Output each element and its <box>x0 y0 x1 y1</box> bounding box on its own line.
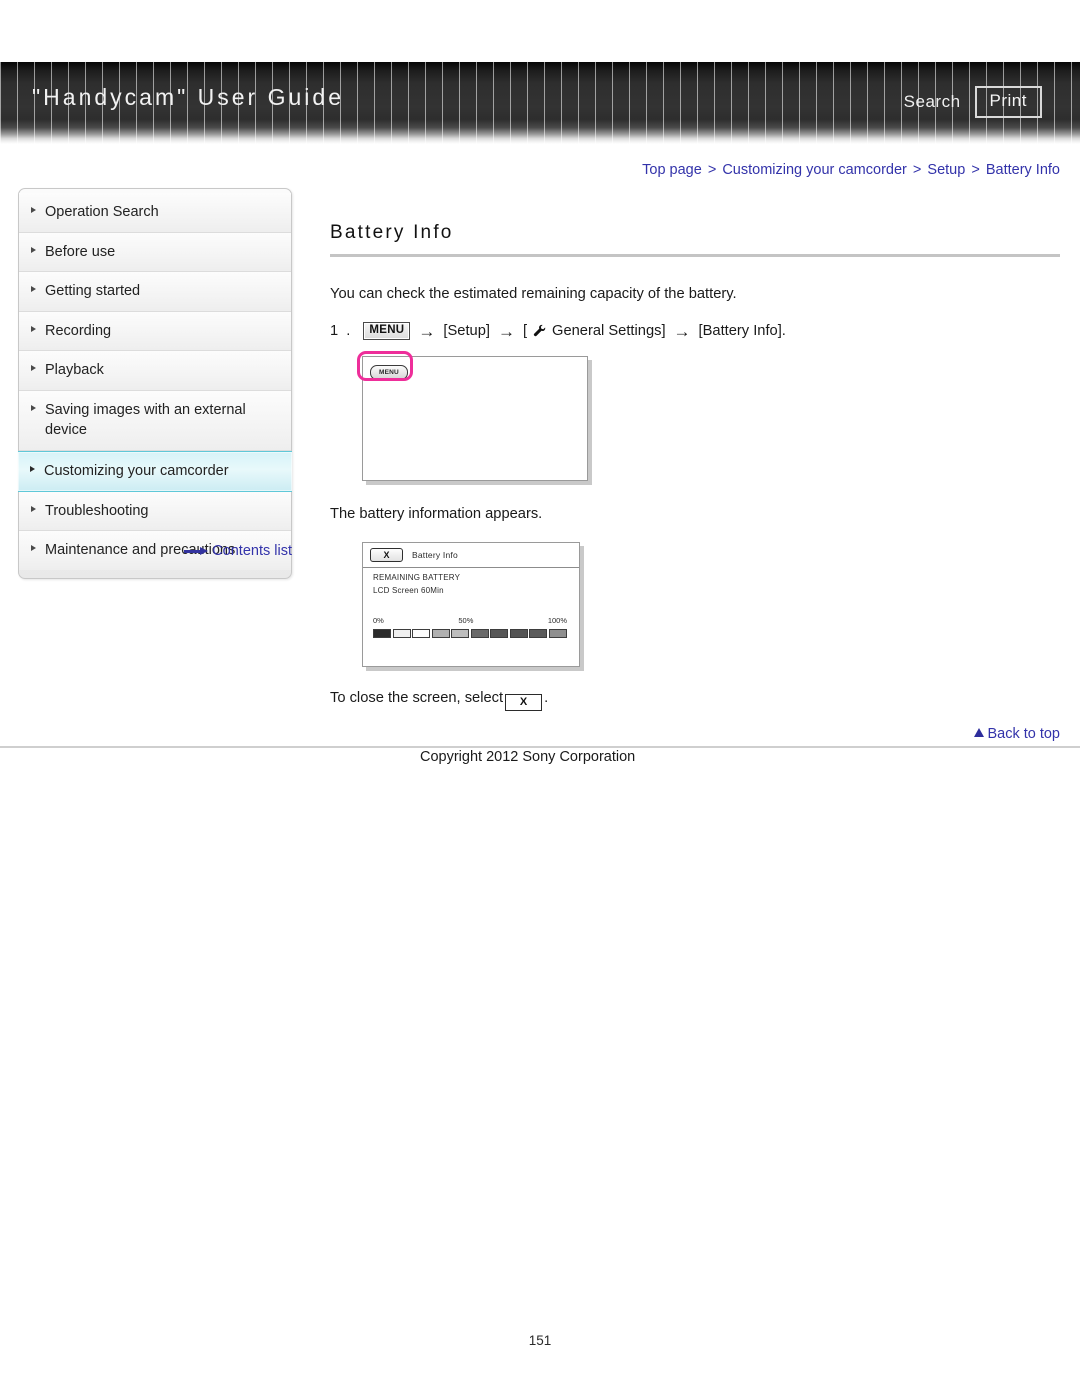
copyright-text: Copyright 2012 Sony Corporation <box>420 749 636 765</box>
lcd-screen-illustration-battery-info: X Battery Info REMAINING BATTERY LCD Scr… <box>362 542 580 668</box>
intro-paragraph: You can check the estimated remaining ca… <box>330 286 737 302</box>
menu-button-icon: MENU <box>363 322 411 341</box>
breadcrumb-separator: > <box>912 162 922 178</box>
step-1-instruction: 1 . MENU → [Setup] → [ General Settings]… <box>330 321 1060 341</box>
close-icon: X <box>370 548 403 563</box>
battery-segment-3 <box>412 629 431 639</box>
breadcrumb-separator: > <box>971 162 980 178</box>
battery-segment-2 <box>392 629 411 639</box>
arrow-right-icon <box>31 246 36 253</box>
sidebar-item-troubleshooting[interactable]: Troubleshooting <box>19 491 291 532</box>
sidebar-item-label: Saving images with an external device <box>45 401 246 439</box>
battery-level-bar <box>373 629 567 639</box>
battery-segment-10 <box>548 629 567 639</box>
sidebar-item-saving-images[interactable]: Saving images with an external device <box>19 390 291 452</box>
step-general-settings-label: General Settings] <box>552 323 666 340</box>
battery-segment-1 <box>373 629 392 639</box>
arrow-right-icon: → <box>418 321 436 341</box>
back-to-top-link[interactable]: Back to top <box>974 726 1060 742</box>
header-actions: Search Print <box>904 86 1042 118</box>
page-title: Battery Info <box>330 222 454 243</box>
scale-label-mid: 50% <box>458 616 474 626</box>
sidebar-item-playback[interactable]: Playback <box>19 351 291 391</box>
arrow-right-icon: → <box>673 321 691 341</box>
battery-segment-5 <box>451 629 470 639</box>
sidebar-item-label: Before use <box>45 243 116 260</box>
contents-list-label: Contents list <box>212 543 292 559</box>
arrow-right-icon: → <box>497 321 515 341</box>
triangle-up-icon <box>974 728 985 737</box>
sidebar-item-label: Playback <box>45 362 104 379</box>
site-title: "Handycam" User Guide <box>32 84 344 110</box>
breadcrumb-item-setup[interactable]: Setup <box>927 162 965 178</box>
arrow-right-icon <box>31 286 36 293</box>
battery-scale-labels: 0% 50% 100% <box>373 616 567 627</box>
footer-divider <box>0 746 1080 748</box>
arrow-right-icon <box>31 404 36 411</box>
sidebar-item-label: Customizing your camcorder <box>44 463 229 480</box>
sidebar-item-before-use[interactable]: Before use <box>19 232 291 273</box>
after-step-paragraph: The battery information appears. <box>330 506 543 523</box>
scale-label-max: 100% <box>547 616 567 626</box>
lcd-screen-time-label: LCD Screen 60Min <box>373 586 444 596</box>
back-to-top-label: Back to top <box>987 726 1060 742</box>
battery-info-title: Battery Info <box>412 550 458 561</box>
page-number: 151 <box>528 1333 552 1348</box>
arrow-right-icon <box>31 365 36 372</box>
scale-label-min: 0% <box>373 616 384 626</box>
battery-info-titlebar: X Battery Info <box>363 543 579 569</box>
step-setup-label: [Setup] <box>443 323 490 340</box>
sidebar-nav: Operation Search Before use Getting star… <box>18 188 292 579</box>
search-button[interactable]: Search <box>904 92 961 112</box>
close-screen-text-after: . <box>544 690 549 707</box>
title-divider <box>330 254 1060 257</box>
sidebar-item-recording[interactable]: Recording <box>19 311 291 352</box>
breadcrumb-item-customizing[interactable]: Customizing your camcorder <box>722 162 907 178</box>
battery-segment-9 <box>529 629 548 639</box>
site-header: "Handycam" User Guide Search Print <box>0 62 1080 144</box>
step-battery-info-label: [Battery Info]. <box>698 323 786 340</box>
print-button[interactable]: Print <box>974 86 1042 118</box>
battery-segment-6 <box>470 629 489 639</box>
step-number: 1 . <box>330 323 353 340</box>
arrow-right-icon <box>31 207 36 213</box>
remaining-battery-label: REMAINING BATTERY <box>373 573 461 583</box>
breadcrumb-item-top-page[interactable]: Top page <box>642 162 702 178</box>
sidebar-item-operation-search[interactable]: Operation Search <box>19 193 291 233</box>
step-bracket-open: [ <box>522 323 528 340</box>
menu-callout-highlight <box>357 351 413 382</box>
breadcrumb: Top page > Customizing your camcorder > … <box>642 162 1060 178</box>
arrow-right-icon <box>30 466 35 473</box>
lcd-screen-illustration-blank: MENU <box>357 351 588 482</box>
close-button-icon: X <box>505 694 543 712</box>
sidebar-item-label: Operation Search <box>45 204 159 220</box>
wrench-icon <box>532 324 546 338</box>
sidebar-item-label: Troubleshooting <box>45 502 149 519</box>
sidebar-item-label: Getting started <box>45 283 141 300</box>
arrow-right-icon <box>31 325 36 332</box>
contents-list-link[interactable]: Contents list <box>18 543 292 559</box>
close-screen-paragraph: To close the screen, select X. <box>330 687 1060 712</box>
main-content: Battery Info You can check the estimated… <box>330 222 1060 728</box>
sidebar-item-getting-started[interactable]: Getting started <box>19 272 291 312</box>
sidebar-item-label: Recording <box>45 322 112 339</box>
arrow-right-icon <box>31 505 36 512</box>
close-screen-text-before: To close the screen, select <box>330 690 504 707</box>
breadcrumb-item-battery-info[interactable]: Battery Info <box>986 162 1060 178</box>
battery-segment-4 <box>431 629 450 639</box>
battery-segment-8 <box>509 629 528 639</box>
battery-segment-7 <box>490 629 509 639</box>
sidebar-item-customizing-your-camcorder[interactable]: Customizing your camcorder <box>18 451 292 492</box>
arrow-right-long-icon <box>184 546 209 556</box>
breadcrumb-separator: > <box>707 162 717 178</box>
